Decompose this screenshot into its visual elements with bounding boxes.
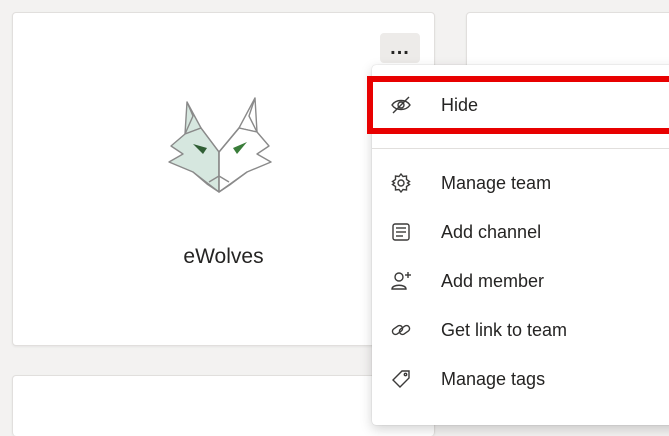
menu-item-hide[interactable]: Hide xyxy=(372,83,669,127)
menu-item-add-member[interactable]: Add member xyxy=(372,259,669,303)
channel-icon xyxy=(390,221,412,243)
menu-item-label: Hide xyxy=(441,94,479,115)
wolf-logo xyxy=(168,97,272,193)
link-icon xyxy=(390,319,412,341)
gear-icon xyxy=(390,172,412,194)
menu-item-get-link[interactable]: Get link to team xyxy=(372,308,669,352)
tag-icon xyxy=(390,368,412,390)
more-options-button[interactable]: ... xyxy=(380,33,420,63)
menu-item-add-channel[interactable]: Add channel xyxy=(372,210,669,254)
menu-item-label: Add channel xyxy=(441,221,542,242)
menu-divider xyxy=(372,148,669,149)
team-name: eWolves xyxy=(183,245,264,268)
menu-item-label: Add member xyxy=(441,270,545,291)
team-context-menu: Hide Manage team Add channel Add member … xyxy=(372,65,669,425)
hide-icon xyxy=(390,94,412,116)
menu-item-label: Get link to team xyxy=(441,319,568,340)
menu-item-manage-team[interactable]: Manage team xyxy=(372,161,669,205)
menu-item-label: Manage team xyxy=(441,172,552,193)
menu-item-manage-tags[interactable]: Manage tags xyxy=(372,357,669,401)
menu-item-label: Manage tags xyxy=(441,368,546,389)
add-person-icon xyxy=(390,270,412,292)
